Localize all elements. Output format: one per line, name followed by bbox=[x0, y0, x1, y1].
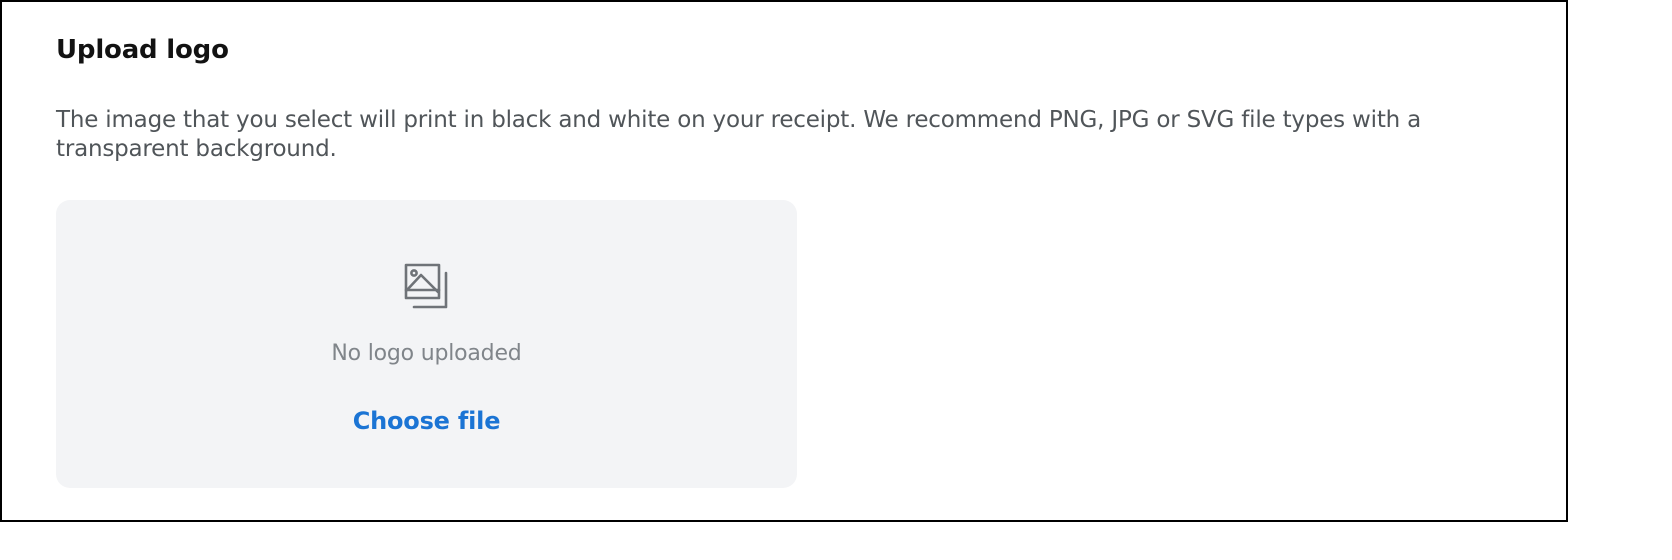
image-stack-icon bbox=[404, 263, 448, 309]
choose-file-button[interactable]: Choose file bbox=[56, 407, 797, 435]
upload-logo-panel: Upload logo The image that you select wi… bbox=[0, 0, 1568, 522]
section-description: The image that you select will print in … bbox=[56, 107, 1422, 162]
section-title: Upload logo bbox=[56, 35, 229, 65]
logo-dropzone[interactable]: No logo uploaded Choose file bbox=[56, 200, 797, 488]
empty-state-label: No logo uploaded bbox=[331, 341, 522, 366]
